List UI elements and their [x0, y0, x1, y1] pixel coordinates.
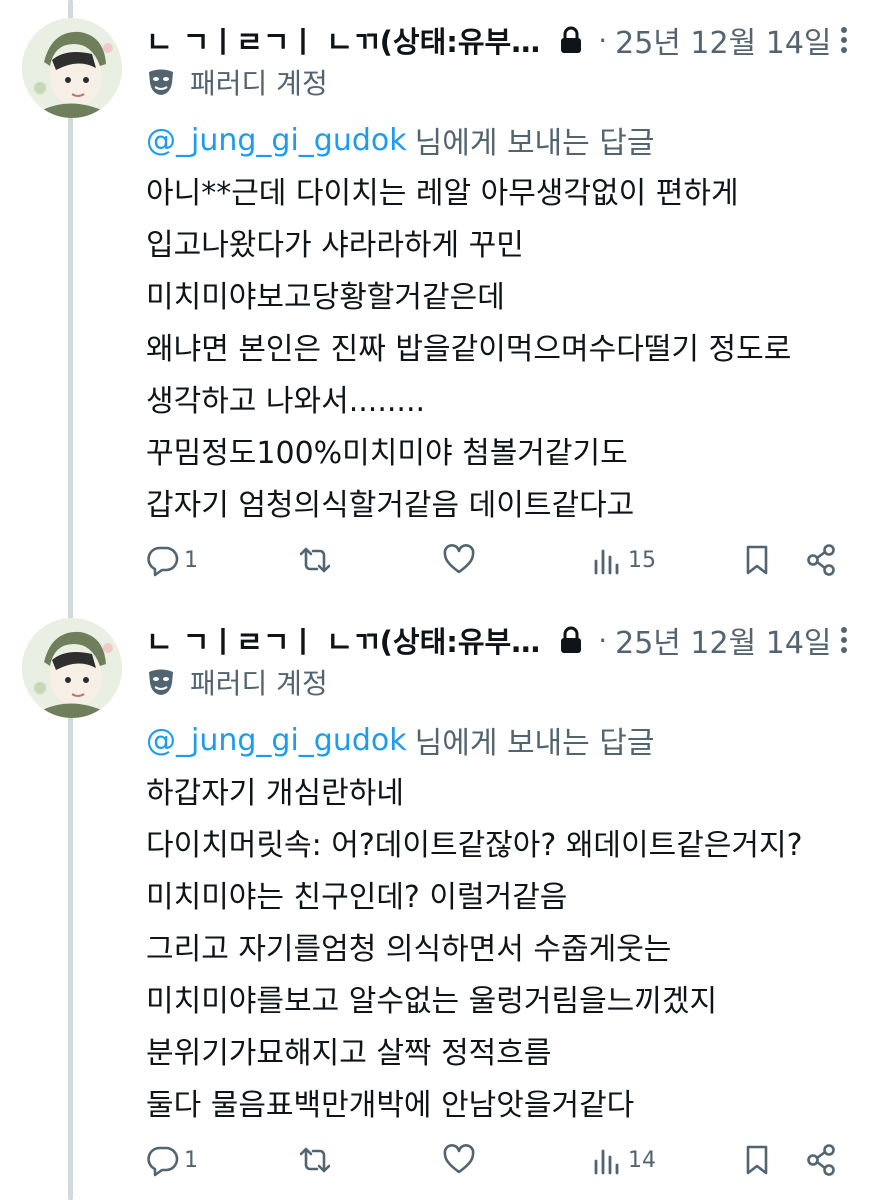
tweet-date[interactable]: 25년 12월 14일	[615, 18, 831, 62]
bookmark-icon	[746, 1145, 768, 1175]
more-icon[interactable]	[830, 622, 858, 658]
mention-link[interactable]: @_jung_gi_gudok	[146, 723, 407, 758]
more-icon[interactable]	[830, 22, 858, 58]
reply-icon	[147, 1146, 179, 1177]
tweet-actions: 1 15	[146, 530, 846, 590]
tweet-text-line: 아니**근데 다이치는 레알 아무생각없이 편하게	[146, 176, 739, 211]
bookmark-button[interactable]	[740, 530, 774, 590]
reply-suffix: 님에게 보내는 답글	[414, 126, 655, 161]
tweet-text-line: 생각하고 나와서........	[146, 384, 426, 419]
lock-icon	[561, 26, 582, 53]
tweet-text-line: 둘다 물음표백만개박에 안남앗을거같다	[146, 1088, 635, 1123]
like-button[interactable]	[442, 1130, 476, 1190]
replying-to: @_jung_gi_gudok 님에게 보내는 답글	[146, 718, 655, 762]
bookmark-icon	[746, 545, 768, 575]
tweet-text-line: 다이치머릿속: 어?데이트같잖아? 왜데이트같은거지?	[146, 828, 803, 863]
account-type-label: 패러디 계정	[190, 667, 328, 700]
account-type-row: 패러디 계정	[146, 62, 328, 102]
parody-mask-icon	[149, 669, 173, 695]
tweet-text-line: 하갑자기 개심란하네	[146, 776, 404, 811]
retweet-button[interactable]	[298, 530, 332, 590]
reply-thread: ㄴ ㄱㅣㄹㄱㅣ ㄴㄲ(상태:유부… · 25년 12월 14일 패러디 계정 @…	[0, 0, 883, 1200]
tweet-text-line: 미치미야보고당황할거같은데	[146, 280, 505, 315]
tweet-text: 아니**근데 다이치는 레알 아무생각없이 편하게 입고나왔다가 샤라라하게 꾸…	[146, 168, 866, 532]
tweet-text: 하갑자기 개심란하네 다이치머릿속: 어?데이트같잖아? 왜데이트같은거지? 미…	[146, 768, 866, 1132]
parody-mask-icon	[149, 69, 173, 95]
avatar[interactable]	[22, 618, 122, 718]
avatar[interactable]	[22, 18, 122, 118]
reply-button[interactable]: 1	[146, 530, 198, 590]
views-button[interactable]: 14	[590, 1130, 656, 1190]
share-icon	[807, 1144, 835, 1176]
reply-icon	[147, 546, 179, 577]
bookmark-button[interactable]	[740, 1130, 774, 1190]
lock-icon	[561, 626, 582, 653]
view-count: 15	[628, 547, 656, 573]
retweet-icon	[299, 1147, 331, 1173]
share-icon	[807, 544, 835, 576]
tweet-header: ㄴ ㄱㅣㄹㄱㅣ ㄴㄲ(상태:유부… · 25년 12월 14일	[146, 18, 866, 62]
separator-dot: ·	[598, 623, 608, 657]
account-type-row: 패러디 계정	[146, 662, 328, 702]
tweet-text-line: 갑자기 엄청의식할거같음 데이트같다고	[146, 488, 635, 523]
reply-suffix: 님에게 보내는 답글	[414, 726, 655, 761]
tweet-2[interactable]: ㄴ ㄱㅣㄹㄱㅣ ㄴㄲ(상태:유부… · 25년 12월 14일 패러디 계정 @…	[0, 600, 883, 1200]
separator-dot: ·	[598, 23, 608, 57]
retweet-button[interactable]	[298, 1130, 332, 1190]
tweet-header: ㄴ ㄱㅣㄹㄱㅣ ㄴㄲ(상태:유부… · 25년 12월 14일	[146, 618, 866, 662]
views-button[interactable]: 15	[590, 530, 656, 590]
share-button[interactable]	[804, 530, 838, 590]
share-button[interactable]	[804, 1130, 838, 1190]
account-type-label: 패러디 계정	[190, 67, 328, 100]
display-name[interactable]: ㄴ ㄱㅣㄹㄱㅣ ㄴㄲ(상태:유부…	[146, 19, 540, 61]
tweet-actions: 1 14	[146, 1130, 846, 1190]
tweet-text-line: 꾸밈정도100%미치미야 첨볼거같기도	[146, 436, 628, 471]
like-button[interactable]	[442, 530, 476, 590]
tweet-text-line: 미치미야를보고 알수없는 울렁거림을느끼겠지	[146, 984, 718, 1019]
display-name[interactable]: ㄴ ㄱㅣㄹㄱㅣ ㄴㄲ(상태:유부…	[146, 619, 540, 661]
tweet-text-line: 입고나왔다가 샤라라하게 꾸민	[146, 228, 524, 263]
tweet-text-line: 왜냐면 본인은 진짜 밥을같이먹으며수다떨기 정도로	[146, 332, 792, 367]
tweet-text-line: 그리고 자기를엄청 의식하면서 수줍게웃는	[146, 932, 672, 967]
reply-count: 1	[184, 1147, 198, 1173]
tweet-date[interactable]: 25년 12월 14일	[615, 618, 831, 662]
tweet-1[interactable]: ㄴ ㄱㅣㄹㄱㅣ ㄴㄲ(상태:유부… · 25년 12월 14일 패러디 계정 @…	[0, 0, 883, 600]
mention-link[interactable]: @_jung_gi_gudok	[146, 123, 407, 158]
reply-button[interactable]: 1	[146, 1130, 198, 1190]
like-icon	[443, 544, 475, 574]
tweet-text-line: 분위기가묘해지고 살짝 정적흐름	[146, 1036, 552, 1071]
view-count: 14	[628, 1147, 656, 1173]
views-icon	[594, 549, 619, 575]
retweet-icon	[299, 547, 331, 573]
replying-to: @_jung_gi_gudok 님에게 보내는 답글	[146, 118, 655, 162]
like-icon	[443, 1144, 475, 1174]
tweet-text-line: 미치미야는 친구인데? 이럴거같음	[146, 880, 568, 915]
reply-count: 1	[184, 547, 198, 573]
views-icon	[594, 1149, 619, 1175]
